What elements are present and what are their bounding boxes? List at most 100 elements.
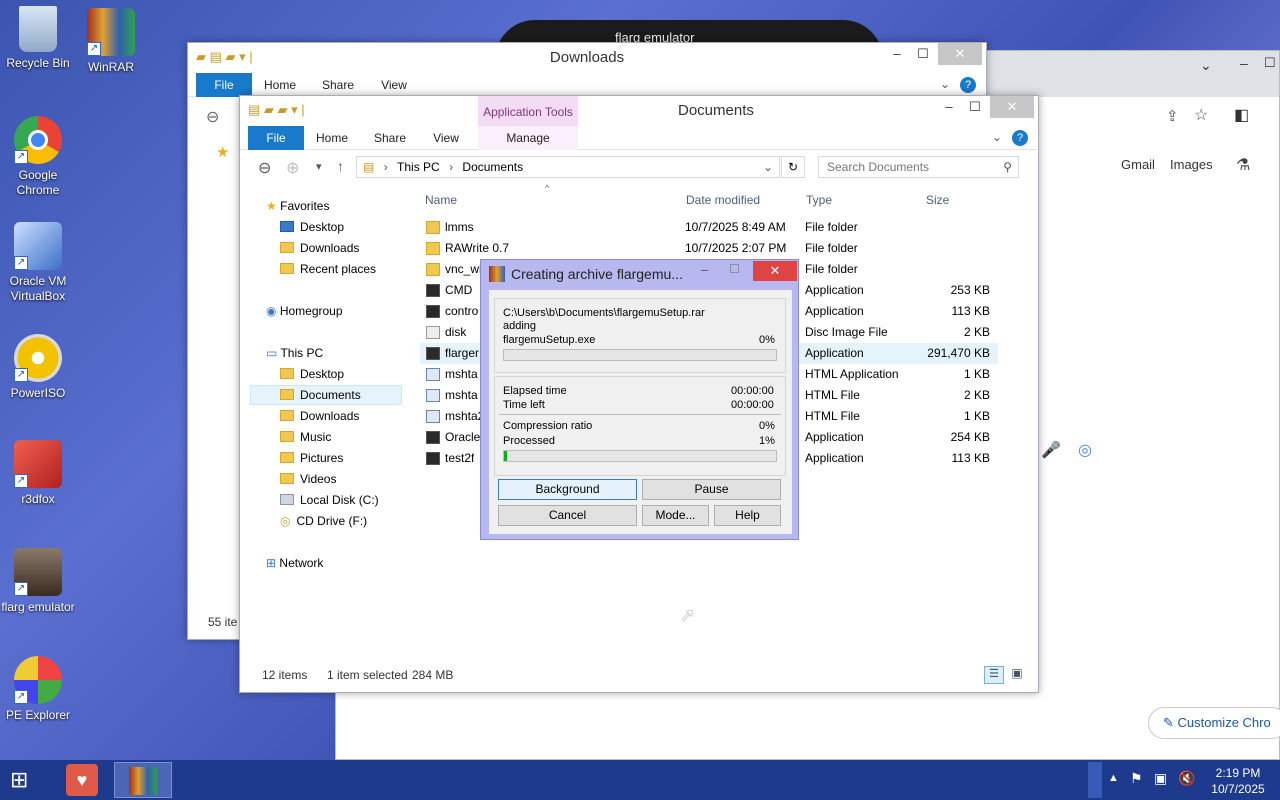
large-icons-view-icon[interactable]: ▣ [1008,666,1026,684]
file-name: mshta2 [445,409,485,423]
nav-videos[interactable]: Videos [280,471,336,487]
desktop-icon-recycle-bin[interactable]: Recycle Bin [0,6,76,71]
desktop-icon-winrar[interactable]: ↗ WinRAR [73,8,149,75]
address-bar[interactable]: ▤ › This PC › Documents ⌄ [356,156,780,178]
minimize-button[interactable]: – [701,262,708,277]
nav-desktop[interactable]: Desktop [280,219,344,235]
column-name[interactable]: Name [425,193,457,207]
nav-favorites[interactable]: ★ Favorites [266,198,329,214]
nav-local-disk[interactable]: Local Disk (C:) [280,492,379,508]
gmail-link[interactable]: Gmail [1121,157,1155,172]
tab-file[interactable]: File [196,73,252,97]
nav-pc-documents[interactable]: Documents [280,387,361,403]
minimize-icon[interactable]: – [1240,55,1248,71]
star-icon: ★ [216,144,230,161]
address-dropdown-icon[interactable]: ⌄ [763,157,773,177]
cancel-button[interactable]: Cancel [498,505,637,526]
tab-home[interactable]: Home [312,126,352,150]
desktop-icon-pe-explorer[interactable]: ↗ PE Explorer [0,656,76,723]
mic-icon[interactable]: 🎤 [1041,440,1061,460]
tab-share[interactable]: Share [318,73,358,97]
nav-pictures[interactable]: Pictures [280,450,343,466]
details-view-icon[interactable]: ☰ [984,666,1004,684]
pause-button[interactable]: Pause [642,479,781,500]
tab-home[interactable]: Home [260,73,300,97]
winrar-taskbar-button[interactable] [114,762,172,798]
lens-icon[interactable]: ◎ [1078,440,1092,460]
chevron-down-icon[interactable]: ⌄ [940,77,950,91]
nav-music[interactable]: Music [280,429,331,445]
column-type[interactable]: Type [806,193,832,207]
nav-this-pc[interactable]: ▭ This PC [266,345,323,361]
network-icon: ⊞ [266,556,277,570]
show-hidden-area[interactable] [1088,762,1102,798]
desktop-icon-flarg[interactable]: ↗ flarg emulator [0,548,76,615]
file-row[interactable]: RAWrite 0.7 10/7/2025 2:07 PM File folder [420,238,998,259]
labs-icon[interactable]: ⚗ [1236,155,1250,175]
tab-manage[interactable]: Manage [478,126,578,150]
tab-file[interactable]: File [248,126,304,150]
breadcrumb-documents[interactable]: Documents [462,160,523,174]
column-size[interactable]: Size [926,193,949,207]
close-button[interactable]: ✕ [938,43,982,65]
background-button[interactable]: Background [498,479,637,500]
up-button[interactable]: ↑ [337,158,344,174]
column-date-modified[interactable]: Date modified [686,193,760,207]
tab-view[interactable]: View [374,73,414,97]
search-icon[interactable]: ⚲ [1003,157,1012,177]
volume-muted-icon[interactable]: 🔇 [1178,770,1195,787]
desktop-icon-label: flarg emulator [1,600,75,614]
nav-pc-desktop[interactable]: Desktop [280,366,344,382]
chevron-up-icon[interactable]: ▲ [1108,772,1119,784]
tab-share[interactable]: Share [370,126,410,150]
recent-locations-icon[interactable]: ▾ [316,160,322,173]
maximize-button[interactable]: ☐ [908,43,938,65]
archive-progress-dialog[interactable]: Creating archive flargemu... – ☐ ✕ C:\Us… [480,259,799,540]
forward-button[interactable]: ⊕ [286,158,299,178]
close-button[interactable]: ✕ [753,261,797,281]
maximize-icon[interactable]: ☐ [1264,55,1276,71]
network-icon[interactable]: ▣ [1154,770,1167,787]
file-size: 1 KB [963,367,990,381]
desktop-icon-virtualbox[interactable]: ↗ Oracle VM VirtualBox [0,222,76,304]
back-button[interactable]: ⊖ [258,158,271,178]
downloads-status: 55 ite [208,615,238,629]
star-icon[interactable]: ☆ [1194,105,1208,125]
share-icon[interactable]: ⇪ [1166,107,1179,125]
customize-chrome-button[interactable]: ✎ Customize Chro [1148,707,1280,739]
nav-recent-places[interactable]: Recent places [280,261,376,277]
search-input[interactable]: Search Documents ⚲ [818,156,1019,178]
help-icon[interactable]: ? [960,77,976,93]
nav-pc-downloads[interactable]: Downloads [280,408,359,424]
images-link[interactable]: Images [1170,157,1213,172]
help-button[interactable]: Help [714,505,781,526]
downloads-titlebar[interactable]: ▰ ▤ ▰ ▾ | Downloads – ☐ ✕ [188,43,986,73]
tab-view[interactable]: View [426,126,466,150]
start-windows-icon[interactable]: ⊞ [10,768,38,792]
chevron-down-icon[interactable]: ⌄ [992,130,1002,144]
breadcrumb-this-pc[interactable]: This PC [397,160,440,174]
desktop-icon-r3dfox[interactable]: ↗ r3dfox [0,440,76,507]
clock[interactable]: 2:19 PM 10/7/2025 [1206,765,1270,797]
chevron-down-icon[interactable]: ⌄ [1200,57,1212,74]
refresh-button[interactable]: ↻ [781,156,805,178]
documents-titlebar[interactable]: ▤ ▰ ▰ ▾ | Application Tools Documents – … [240,96,1038,126]
file-row[interactable]: lmms 10/7/2025 8:49 AM File folder [420,217,998,238]
desktop-icon-chrome[interactable]: ↗ Google Chrome [0,116,76,198]
close-button[interactable]: ✕ [990,96,1034,118]
nav-homegroup[interactable]: ◉ Homegroup [266,303,343,319]
sidepanel-icon[interactable]: ◧ [1234,105,1249,125]
mode-button[interactable]: Mode... [642,505,709,526]
total-progress-bar [503,450,777,462]
maximize-button[interactable]: ☐ [729,262,740,276]
nav-cd-drive[interactable]: ◎ CD Drive (F:) [280,513,367,529]
back-arrow-icon[interactable]: ⊖ [206,107,219,127]
flag-icon[interactable]: ⚑ [1130,770,1143,787]
desktop-icon-poweriso[interactable]: ↗ PowerISO [0,334,76,401]
maximize-button[interactable]: ☐ [960,96,990,118]
nav-network[interactable]: ⊞ Network [266,555,323,571]
health-app-icon[interactable]: ♥ [66,764,98,796]
help-icon[interactable]: ? [1012,130,1028,146]
nav-downloads[interactable]: Downloads [280,240,359,256]
quick-access-toolbar[interactable]: ▤ ▰ ▰ ▾ | [248,102,305,118]
